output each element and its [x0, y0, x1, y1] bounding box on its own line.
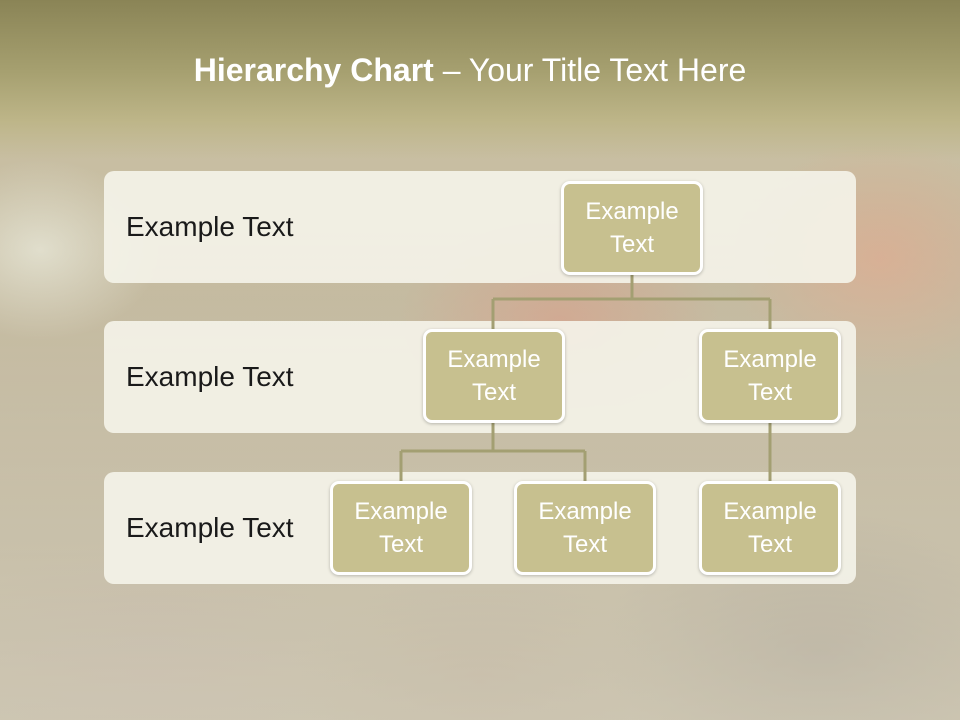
node-child-right[interactable]: Example Text — [699, 329, 841, 423]
node-child-left[interactable]: Example Text — [423, 329, 565, 423]
node-root-text: Example Text — [585, 198, 679, 258]
node-grandchild-1-text: Example Text — [354, 498, 448, 558]
node-child-right-text: Example Text — [723, 346, 817, 406]
node-grandchild-3-text: Example Text — [723, 498, 817, 558]
node-child-left-text: Example Text — [447, 346, 541, 406]
node-grandchild-2[interactable]: Example Text — [514, 481, 656, 575]
node-root[interactable]: Example Text — [561, 181, 703, 275]
node-grandchild-2-text: Example Text — [538, 498, 632, 558]
node-grandchild-3[interactable]: Example Text — [699, 481, 841, 575]
node-grandchild-1[interactable]: Example Text — [330, 481, 472, 575]
